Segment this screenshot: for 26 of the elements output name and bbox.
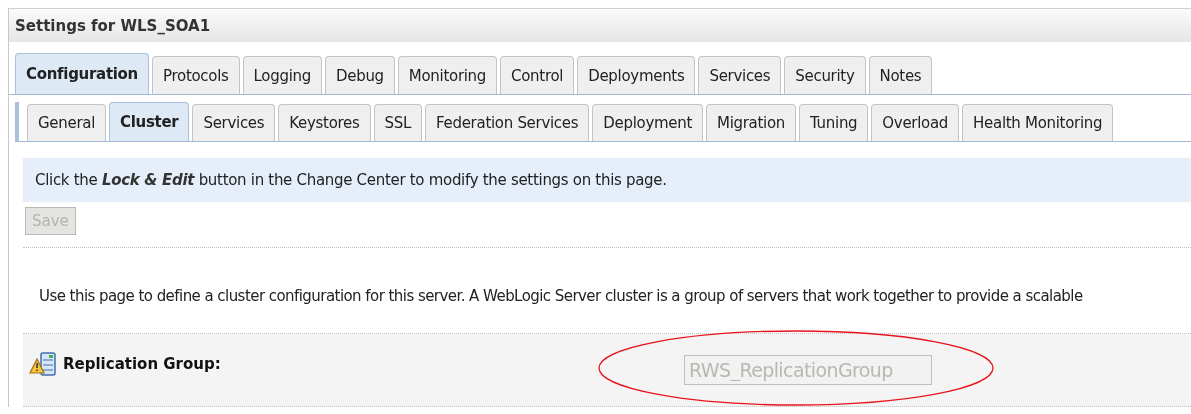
info-message: Click the Lock & Edit button in the Change Center to modify the settings on this page. (23, 158, 1191, 202)
tab[interactable]: Security (784, 56, 866, 94)
panel-title: Settings for WLS_SOA1 (9, 9, 1191, 42)
tab[interactable]: Configuration (15, 53, 149, 94)
description-text: Use this page to define a cluster configuration for this server. A WebLogic Server cluster is a group of servers that work together to provide a scalable (38, 286, 1084, 307)
tab[interactable]: Monitoring (397, 56, 498, 94)
subtab[interactable]: Keystores (278, 104, 371, 141)
tab[interactable]: Protocols (152, 56, 240, 94)
subtab[interactable]: Migration (706, 104, 797, 141)
tab[interactable]: Control (500, 56, 575, 94)
subtab[interactable]: Deployment (592, 104, 703, 141)
subtab[interactable]: Services (192, 104, 276, 141)
subtab[interactable]: SSL (373, 104, 423, 141)
subtab[interactable]: Health Monitoring (962, 104, 1114, 141)
tab[interactable]: Logging (242, 56, 322, 94)
tab[interactable]: Deployments (577, 56, 696, 94)
field-label: Replication Group: (63, 355, 221, 373)
subtab[interactable]: General (27, 104, 106, 141)
subtab[interactable]: Tuning (799, 104, 869, 141)
tab[interactable]: Services (698, 56, 782, 94)
subtab[interactable]: Cluster (109, 102, 190, 141)
subtab[interactable]: Overload (871, 104, 960, 141)
warning-server-icon (29, 351, 59, 377)
tab[interactable]: Debug (325, 56, 395, 94)
tab[interactable]: Notes (868, 56, 933, 94)
subtab[interactable]: Federation Services (425, 104, 590, 141)
